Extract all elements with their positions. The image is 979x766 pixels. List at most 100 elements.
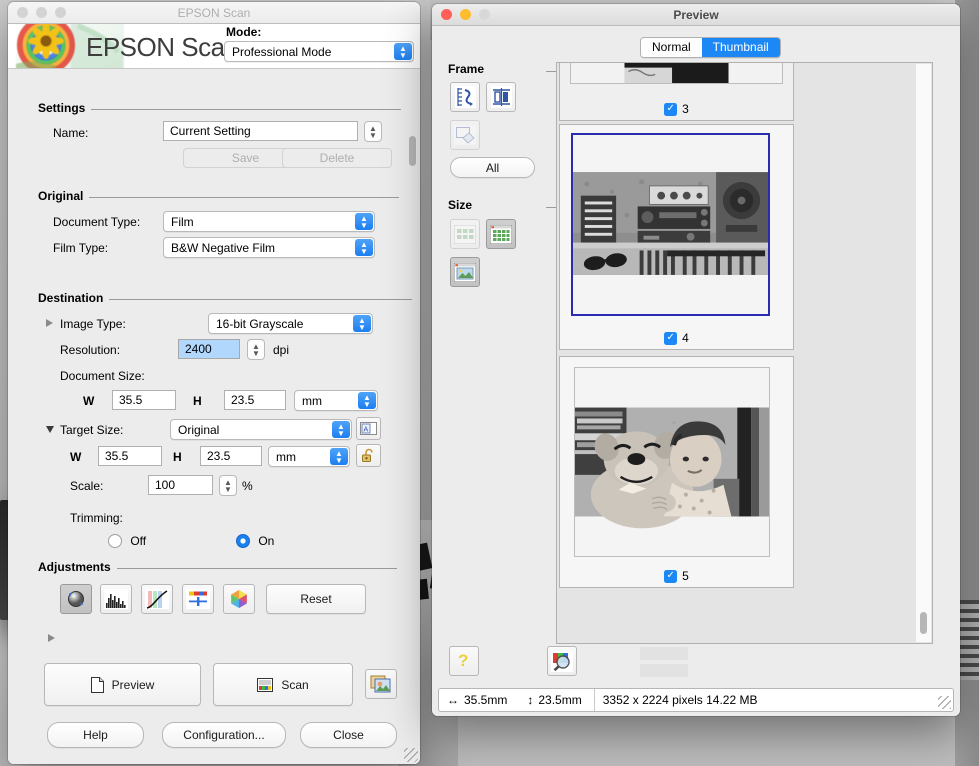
color-palette-icon — [231, 590, 247, 608]
small-thumbnails-button[interactable] — [450, 219, 480, 249]
scan-preview-3 — [571, 63, 782, 83]
target-width-label: W — [70, 450, 82, 464]
thumbnail-image-4[interactable] — [571, 133, 770, 316]
trimming-on-label: On — [258, 534, 275, 548]
preview-tool-column: Frame All Size — [448, 62, 600, 287]
document-unit-select[interactable]: mm ▲ ▼ — [294, 390, 378, 411]
trimming-off-radio[interactable]: Off — [108, 534, 146, 548]
tab-thumbnail[interactable]: Thumbnail — [701, 38, 780, 57]
help-button[interactable]: ? — [449, 646, 479, 676]
resize-grip[interactable] — [938, 696, 951, 709]
image-type-disclosure-icon[interactable] — [46, 319, 53, 327]
document-width-field[interactable]: 35.5 — [112, 390, 176, 410]
target-size-value: Original — [178, 422, 220, 437]
delete-frame-button[interactable] — [450, 120, 480, 150]
target-orientation-button[interactable]: A — [356, 417, 381, 440]
target-width-field[interactable]: 35.5 — [98, 446, 162, 466]
document-type-select[interactable]: Film ▲ ▼ — [163, 211, 375, 232]
thumbnail-item-5[interactable]: ✓ 5 — [559, 356, 794, 588]
settings-scrollbar-thumb[interactable] — [409, 136, 416, 166]
setting-name-field[interactable]: Current Setting — [163, 121, 358, 141]
target-size-select[interactable]: Original ▲ ▼ — [170, 419, 352, 440]
scan-to-file-button[interactable] — [365, 669, 397, 699]
tone-curve-button[interactable] — [141, 584, 173, 614]
width-arrow-icon: ↔ — [447, 693, 459, 707]
auto-locate-frame-button[interactable] — [450, 82, 480, 112]
padlock-open-icon — [362, 448, 373, 462]
epson-titlebar[interactable]: EPSON Scan — [8, 2, 420, 24]
copy-frame-button[interactable] — [486, 82, 516, 112]
target-unit-select[interactable]: mm ▲ ▼ — [268, 446, 350, 467]
film-type-select[interactable]: B&W Negative Film ▲ ▼ — [163, 237, 375, 258]
reset-button[interactable]: Reset — [266, 584, 366, 614]
medium-thumbnails-button[interactable] — [486, 219, 516, 249]
resolution-unit: dpi — [273, 343, 290, 357]
thumbnail-checkbox-5[interactable]: ✓ — [664, 569, 678, 583]
thumbnail-checkbox-3[interactable]: ✓ — [664, 102, 678, 116]
color-palette-button[interactable] — [223, 584, 255, 614]
radio-off-icon — [108, 534, 122, 548]
close-window-icon[interactable] — [441, 9, 452, 20]
thumbnail-pane[interactable]: ✓ 3 ✓ 4 ✓ 5 — [556, 62, 933, 644]
single-image-icon — [454, 262, 476, 282]
mode-select[interactable]: Professional Mode ▲ ▼ — [224, 41, 414, 62]
epson-scan-window: EPSON Scan EPSON Scan Mode: Professional… — [8, 2, 420, 764]
zoom-window-icon[interactable] — [55, 7, 66, 18]
thumbnail-scrollbar[interactable] — [916, 64, 931, 642]
image-type-select[interactable]: 16-bit Grayscale ▲ ▼ — [208, 313, 373, 334]
histogram-button[interactable] — [100, 584, 132, 614]
close-window-icon[interactable] — [17, 7, 28, 18]
configuration-button[interactable]: Configuration... — [162, 722, 286, 748]
thumbnail-check-row-3[interactable]: ✓ 3 — [560, 102, 793, 116]
chevron-updown-icon: ▲ ▼ — [330, 448, 348, 465]
thumbnail-image-3[interactable] — [570, 63, 783, 84]
thumbnail-item-3[interactable]: ✓ 3 — [559, 63, 794, 121]
document-height-field[interactable]: 23.5 — [224, 390, 286, 410]
thumbnail-list: ✓ 3 ✓ 4 ✓ 5 — [557, 63, 914, 643]
image-adjustment-button[interactable] — [182, 584, 214, 614]
scale-field[interactable]: 100 — [148, 475, 213, 495]
preview-window-controls[interactable] — [441, 9, 490, 20]
adjustments-group-label: Adjustments — [38, 560, 397, 574]
trimming-on-radio[interactable]: On — [236, 534, 274, 548]
thumbnail-number-4: 4 — [682, 331, 689, 345]
lock-aspect-ratio-button[interactable] — [356, 444, 381, 467]
thumbnail-check-row-5[interactable]: ✓ 5 — [560, 569, 793, 583]
resize-grip[interactable] — [404, 748, 418, 762]
preview-titlebar[interactable]: Preview — [432, 4, 960, 26]
setting-name-stepper[interactable]: ▲ ▼ — [364, 121, 382, 142]
chevron-updown-icon: ▲ ▼ — [394, 43, 412, 60]
image-type-value: 16-bit Grayscale — [216, 316, 304, 331]
thumbnail-check-row-4[interactable]: ✓ 4 — [560, 331, 793, 345]
large-thumbnail-button[interactable] — [450, 257, 480, 287]
target-size-disclosure-icon[interactable] — [46, 426, 54, 433]
status-width-value: 35.5mm — [464, 693, 508, 707]
chevron-updown-icon: ▲ ▼ — [358, 392, 376, 409]
scan-preview-4 — [573, 135, 768, 314]
thumbnail-item-4[interactable]: ✓ 4 — [559, 124, 794, 350]
zoom-window-icon[interactable] — [479, 9, 490, 20]
target-height-field[interactable]: 23.5 — [200, 446, 262, 466]
minimize-window-icon[interactable] — [36, 7, 47, 18]
auto-exposure-button[interactable] — [60, 584, 92, 614]
tab-normal[interactable]: Normal — [641, 38, 702, 57]
adjustments-disclosure-icon[interactable] — [48, 634, 55, 642]
scale-stepper[interactable]: ▲ ▼ — [219, 475, 237, 496]
scan-button[interactable]: Scan — [213, 663, 353, 706]
help-button[interactable]: Help — [47, 722, 144, 748]
delete-button[interactable]: Delete — [282, 148, 392, 168]
preview-mode-tabs[interactable]: Normal Thumbnail — [640, 37, 781, 58]
minimize-window-icon[interactable] — [460, 9, 471, 20]
resolution-stepper[interactable]: ▲ ▼ — [247, 339, 265, 360]
preview-button[interactable]: Preview — [44, 663, 201, 706]
thumbnail-scrollbar-thumb[interactable] — [920, 612, 927, 634]
thumbnail-checkbox-4[interactable]: ✓ — [664, 331, 678, 345]
window-controls[interactable] — [17, 7, 66, 18]
select-all-frames-button[interactable]: All — [450, 157, 535, 178]
trimming-label: Trimming: — [70, 511, 123, 525]
thumbnail-image-5[interactable] — [574, 367, 770, 557]
zoom-preview-button[interactable] — [547, 646, 577, 676]
resolution-field[interactable]: 2400 — [178, 339, 240, 359]
status-pixels: 3352 x 2224 pixels 14.22 MB — [595, 689, 770, 711]
close-button[interactable]: Close — [300, 722, 397, 748]
